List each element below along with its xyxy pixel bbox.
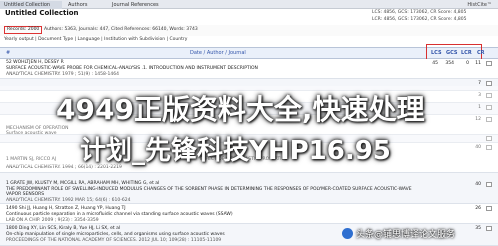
page-title: Untitled Collection [5,9,79,17]
records-count[interactable]: Records: 2000 [4,26,43,34]
stats-line-2: LCR: 4856, GCS: 173062, CR Score: 4,805 [372,17,467,22]
record-lcs[interactable]: 45 [424,61,438,66]
record-cr: 26 [475,206,481,211]
table-row[interactable]: 1 GRATE JW, KLUSTY M, MCGILL RA, ABRAHAM… [0,173,498,204]
tab-authors[interactable]: Authors [64,1,104,9]
record-source: ANALYTICAL CHEMISTRY. 1979 ; 51(9) : 145… [6,72,119,77]
record-title: On-chip manipulation of single micropart… [6,232,225,237]
records-bar: Records: 2000 Authors: 5363, Journals: 4… [0,25,498,36]
record-cr: 35 [475,226,481,231]
record-gcs: 354 [445,61,454,66]
header-cr[interactable]: CR [477,50,485,56]
record-cr: 11 [475,61,481,66]
overlay-headline-2: 计划_先锋科技YHP16.95 [80,136,391,166]
histcite-window: Untitled Collection Authors Journal Refe… [0,0,498,246]
record-author[interactable]: 1 GRATE JW, KLUSTY M, MCGILL RA, ABRAHAM… [6,181,159,186]
header-lcs[interactable]: LCS [431,50,442,56]
app-name: HistCite™ [467,2,492,8]
record-cr: 40 [475,182,481,187]
tab-journals[interactable]: Journal References [108,1,176,9]
record-author[interactable]: 52 WOHLTJEN H, DESSY R [6,60,64,65]
header-date-author-journal[interactable]: Date / Author / Journal [190,50,246,56]
tab-bar: Untitled Collection Authors Journal Refe… [0,0,498,9]
record-title: THE PREDOMINANT ROLE OF SWELLING-INDUCED… [6,187,412,197]
record-checkbox[interactable] [486,61,492,66]
watermark-logo-icon [342,228,353,239]
records-info: Authors: 5363, Journals: 447, Cited Refe… [44,27,198,32]
record-title: Continuous particle separation in a micr… [6,212,233,217]
record-author[interactable]: 1800 Ding XY, Lin SCS, Kiraly B, Yue HJ,… [6,226,120,231]
overlay-headline-1: 4949正版资料大全,快速处理 [56,93,425,126]
record-source: LAB ON A CHIP. 2009 ; 9(23) : 3354-3359 [6,218,99,223]
record-checkbox[interactable] [486,182,492,187]
record-source: ANALYTICAL CHEMISTRY. 1992 MAR 15; 64(6)… [6,198,131,203]
tab-collection[interactable]: Untitled Collection [0,1,62,9]
header-lcr[interactable]: LCR [461,50,472,56]
table-row[interactable]: 52 WOHLTJEN H, DESSY R SURFACE ACOUSTIC-… [0,59,498,79]
record-title: SURFACE ACOUSTIC-WAVE PROBE FOR CHEMICAL… [6,66,258,71]
header-gcs[interactable]: GCS [446,50,457,56]
record-checkbox[interactable] [486,226,492,231]
header-hash[interactable]: # [6,50,10,56]
stats-line-1: LCS: 4856, GCS: 173062, CR Score: 4,805 [372,10,467,15]
table-header: # Date / Author / Journal [0,47,498,59]
record-checkbox[interactable] [486,206,492,211]
table-row[interactable]: 1490 Shi JJ, Huang H, Stratton Z, Huang … [0,204,498,224]
record-source: PROCEEDINGS OF THE NATIONAL ACADEMY OF S… [6,238,222,243]
watermark-text: 头条@铺思博译论文服务 [356,230,456,240]
record-author[interactable]: 1490 Shi JJ, Huang H, Stratton Z, Huang … [6,206,126,211]
analysis-links[interactable]: Yearly output | Document Type | Language… [4,37,187,42]
